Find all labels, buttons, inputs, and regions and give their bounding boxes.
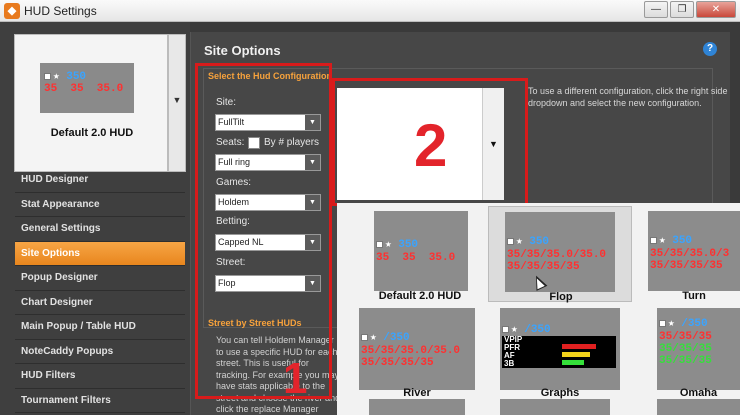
window-title: HUD Settings xyxy=(24,4,97,18)
config-tile-label: Graphs xyxy=(540,387,580,399)
config-thumbnail-partial[interactable] xyxy=(500,399,610,415)
restore-icon[interactable]: ❐ xyxy=(670,1,694,18)
config-tile-label: Flop xyxy=(549,291,573,303)
sidebar-item-stat-appearance[interactable]: Stat Appearance xyxy=(15,193,185,217)
checkbox-icon xyxy=(659,319,666,327)
config-tile-default[interactable]: ★ 350 35 35 35.0 Default 2.0 HUD xyxy=(360,206,480,302)
checkbox-icon xyxy=(650,236,657,244)
sidebar-item-popup-designer[interactable]: Popup Designer xyxy=(15,266,185,291)
config-thumbnail: ★ /350 VPIP PFR AF 3B xyxy=(500,308,620,390)
tile-line-2: 35/35/35.0/3 xyxy=(650,248,730,260)
minimize-icon[interactable]: — xyxy=(644,1,668,18)
config-thumbnail: ★ 350 35 35 35.0 xyxy=(374,211,468,291)
tile-line-1: 350 xyxy=(398,239,419,251)
sidebar-item-site-options[interactable]: Site Options xyxy=(15,241,185,266)
stat-label: 3B xyxy=(504,359,515,368)
sidebar-item-general-settings[interactable]: General Settings xyxy=(15,217,185,242)
configuration-gallery: ★ 350 35 35 35.0 Default 2.0 HUD ★ 350 3… xyxy=(337,203,740,415)
config-tile-label: Default 2.0 HUD xyxy=(378,290,462,302)
hud-preview-thumbnail: ★ 350 35 35 35.0 xyxy=(40,63,134,113)
config-tile-graphs[interactable]: ★ /350 VPIP PFR AF 3B Graphs xyxy=(488,303,632,399)
graph-bar xyxy=(562,352,590,357)
graph-bar xyxy=(562,344,596,349)
config-tile-flop[interactable]: ★ 350 35/35/35.0/35.0 35/35/35/35 Flop xyxy=(488,206,632,303)
tile-line-2: 35/35/35.0/35.0 xyxy=(507,249,607,261)
sidebar-item-hud-designer[interactable]: HUD Designer xyxy=(15,168,185,193)
tile-line-2: 35 35 35.0 xyxy=(376,252,456,264)
config-thumbnail: ★ 350 35/35/35.0/3 35/35/35/35 xyxy=(648,211,740,291)
config-thumbnail: ★ 350 35/35/35.0/35.0 35/35/35/35 xyxy=(505,212,615,292)
settings-nav: HUD Designer Stat Appearance General Setti… xyxy=(15,168,185,413)
config-thumbnail-partial[interactable] xyxy=(369,399,465,415)
tile-line-3: 35/35/35/35 xyxy=(650,260,723,272)
graph-bar xyxy=(562,360,584,365)
checkbox-icon xyxy=(376,240,383,248)
config-thumbnail-partial[interactable] xyxy=(657,399,740,415)
config-tile-label: River xyxy=(403,387,431,399)
configuration-help-text: To use a different configuration, click … xyxy=(528,86,728,108)
tile-line-1: /350 xyxy=(524,324,551,336)
tile-line-1: /350 xyxy=(681,318,708,330)
tile-line-3: 35/35/35 xyxy=(659,343,712,355)
config-tile-omaha[interactable]: ★ /350 35/35/35 35/35/35 35/35/35 Omaha xyxy=(643,303,740,399)
config-tile-label: Omaha xyxy=(679,387,718,399)
app-icon: ◆ xyxy=(4,3,20,19)
config-thumbnail: ★ /350 35/35/35.0/35.0 35/35/35/35 xyxy=(359,308,475,390)
config-tile-turn[interactable]: ★ 350 35/35/35.0/3 35/35/35/35 Turn xyxy=(636,206,740,302)
tile-line-1: /350 xyxy=(383,332,410,344)
help-icon[interactable]: ? xyxy=(703,42,717,56)
sidebar-item-hud-filters[interactable]: HUD Filters xyxy=(15,364,185,389)
annotation-number-1: 1 xyxy=(283,354,308,403)
checkbox-icon xyxy=(361,333,368,341)
close-icon[interactable]: ✕ xyxy=(696,1,736,18)
left-sidebar: ★ 350 35 35 35.0 Default 2.0 HUD ▼ HUD D… xyxy=(0,22,190,415)
checkbox-icon xyxy=(502,325,509,333)
hud-preview-card[interactable]: ★ 350 35 35 35.0 Default 2.0 HUD xyxy=(14,34,168,172)
window-controls: — ❐ ✕ xyxy=(642,1,736,19)
tile-line-3: 35/35/35/35 xyxy=(507,261,580,273)
checkbox-icon xyxy=(44,72,51,80)
hud-card-dropdown-button[interactable]: ▼ xyxy=(168,34,186,172)
chevron-down-icon: ▼ xyxy=(172,95,182,105)
page-title: Site Options xyxy=(204,43,281,58)
tile-line-4: 35/35/35 xyxy=(659,355,712,367)
title-bar: ◆ HUD Settings — ❐ ✕ xyxy=(0,0,740,22)
tile-line-1: 350 xyxy=(672,235,693,247)
sidebar-item-main-popup-table-hud[interactable]: Main Popup / Table HUD xyxy=(15,315,185,340)
hud-card-label: Default 2.0 HUD xyxy=(50,127,134,139)
tile-line-3: 35/35/35/35 xyxy=(361,357,434,369)
tile-line-2: 35/35/35 xyxy=(659,331,712,343)
config-tile-label: Turn xyxy=(682,290,706,302)
hud-line-1: 350 xyxy=(66,71,87,83)
graph-panel: VPIP PFR AF 3B xyxy=(502,336,616,368)
config-thumbnail: ★ /350 35/35/35 35/35/35 35/35/35 xyxy=(657,308,740,390)
checkbox-icon xyxy=(507,237,514,245)
sidebar-item-notecaddy-popups[interactable]: NoteCaddy Popups xyxy=(15,340,185,364)
hud-line-2: 35 35 35.0 xyxy=(44,83,124,95)
annotation-number-2: 2 xyxy=(414,112,448,179)
config-tile-river[interactable]: ★ /350 35/35/35.0/35.0 35/35/35/35 River xyxy=(347,303,487,399)
sidebar-item-chart-designer[interactable]: Chart Designer xyxy=(15,291,185,315)
annotation-box-1 xyxy=(195,63,332,399)
tile-line-1: 350 xyxy=(529,236,550,248)
sidebar-item-tournament-filters[interactable]: Tournament Filters xyxy=(15,389,185,413)
tile-line-2: 35/35/35.0/35.0 xyxy=(361,345,461,357)
